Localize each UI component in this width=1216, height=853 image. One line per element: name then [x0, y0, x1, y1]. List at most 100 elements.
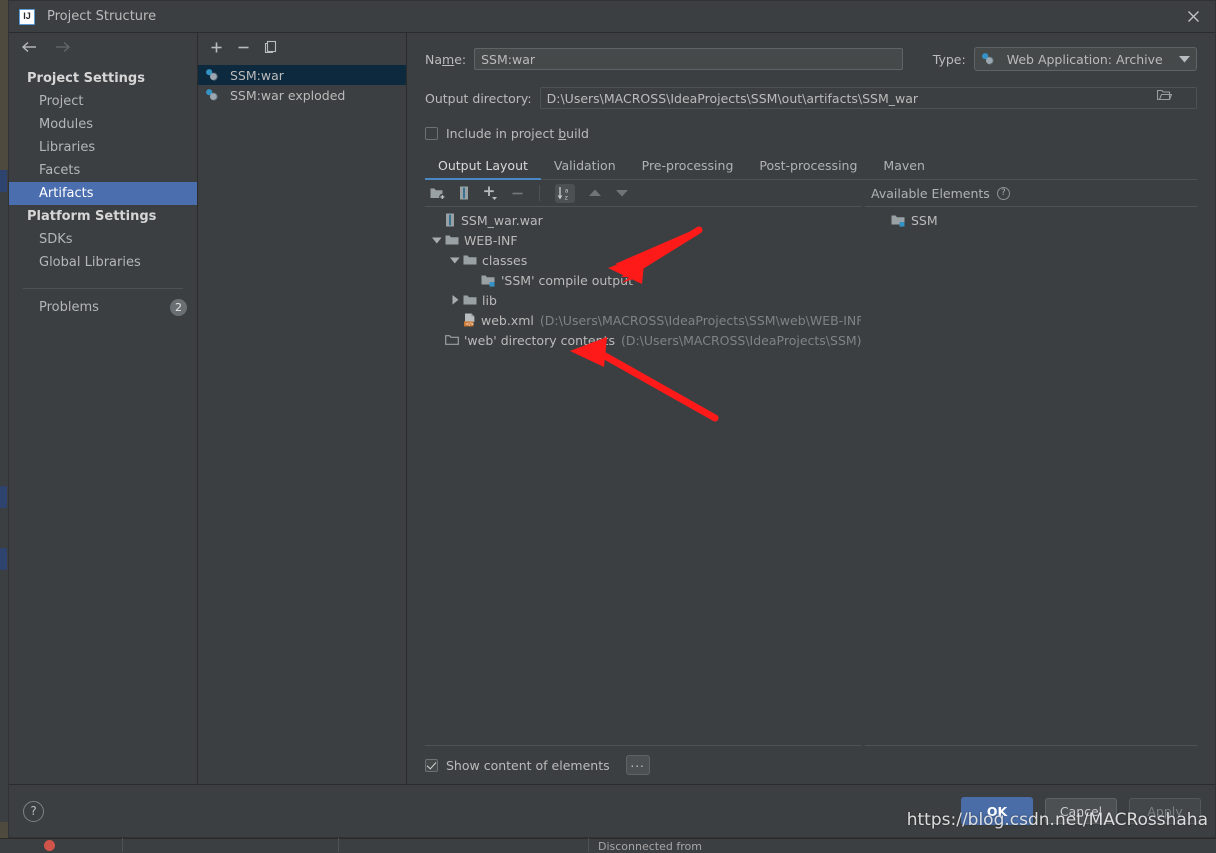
output-directory-row: Output directory: D:\Users\MACROSS\IdeaP… — [407, 87, 1215, 109]
svg-text:z: z — [565, 194, 568, 201]
artifact-item-ssm-war-exploded[interactable]: SSM:war exploded — [198, 85, 406, 105]
tree-row-label: 'web' directory contents — [464, 332, 615, 348]
twisty-expanded-icon[interactable] — [447, 257, 463, 264]
tree-row-label: classes — [482, 252, 528, 268]
sidebar-item-problems[interactable]: Problems 2 — [9, 289, 197, 319]
tree-row[interactable]: classes — [425, 250, 861, 270]
available-elements-title: Available Elements — [871, 185, 990, 201]
tree-row-path: (D:\Users\MACROSS\IdeaProjects\SSM\web\W… — [539, 312, 861, 328]
sidebar-item-libraries[interactable]: Libraries — [9, 136, 197, 159]
twisty-collapsed-icon[interactable] — [447, 295, 463, 305]
compile-output-icon — [891, 214, 906, 227]
add-folder-icon[interactable] — [430, 186, 446, 200]
tab-pre-processing[interactable]: Pre-processing — [629, 158, 747, 179]
folder-icon — [463, 254, 477, 266]
list-item-label: SSM — [911, 212, 938, 228]
sidebar-item-facets[interactable]: Facets — [9, 159, 197, 182]
help-button[interactable]: ? — [23, 800, 44, 822]
artifact-item-ssm-war[interactable]: SSM:war — [198, 65, 406, 85]
backdrop-tool-tab-upper — [0, 170, 7, 192]
sidebar-item-global-libraries[interactable]: Global Libraries — [9, 251, 197, 274]
sidebar-item-label: Problems — [39, 300, 99, 315]
sidebar-item-modules[interactable]: Modules — [9, 113, 197, 136]
minus-icon — [511, 187, 524, 200]
sidebar-item-sdks[interactable]: SDKs — [9, 228, 197, 251]
folder-icon — [445, 234, 459, 246]
copy-icon[interactable] — [264, 40, 277, 54]
show-content-checkbox[interactable] — [425, 758, 438, 772]
include-in-build-row[interactable]: Include in project build — [407, 126, 1215, 141]
available-elements-tree: SSM — [865, 206, 1197, 746]
list-item[interactable]: SSM — [865, 210, 1197, 230]
output-directory-value: D:\Users\MACROSS\IdeaProjects\SSM\out\ar… — [546, 91, 919, 106]
more-options-button[interactable]: ... — [625, 755, 650, 775]
show-content-label: Show content of elements — [446, 757, 610, 773]
arrow-down-icon — [615, 188, 629, 198]
status-divider — [588, 838, 589, 852]
tree-row[interactable]: 'web' directory contents (D:\Users\MACRO… — [425, 330, 861, 350]
error-dot-icon — [44, 840, 55, 851]
tree-row-path: (D:\Users\MACROSS\IdeaProjects\SSM) — [620, 332, 861, 348]
ok-button[interactable]: OK — [961, 797, 1033, 825]
window-title: Project Structure — [47, 9, 157, 24]
tree-row-label: SSM_war.war — [461, 212, 543, 228]
type-label: Type: — [932, 51, 966, 67]
artifact-item-label: SSM:war — [230, 67, 284, 83]
tab-output-layout[interactable]: Output Layout — [425, 158, 541, 180]
tree-row[interactable]: SSM_war.war — [425, 210, 861, 230]
type-value: Web Application: Archive — [1006, 51, 1163, 67]
plus-dropdown-icon[interactable] — [483, 185, 498, 201]
arrow-right-icon — [54, 41, 71, 53]
sort-az-icon[interactable]: a z — [555, 183, 575, 203]
editor-tabs: Output Layout Validation Pre-processing … — [425, 153, 1197, 180]
tree-row[interactable]: 'SSM' compile output — [425, 270, 861, 290]
folder-open-icon[interactable] — [1156, 88, 1173, 101]
tab-validation[interactable]: Validation — [541, 158, 629, 179]
tree-row[interactable]: </> web.xml (D:\Users\MACROSS\IdeaProjec… — [425, 310, 861, 330]
compile-output-icon — [481, 274, 496, 287]
tree-row-label: 'SSM' compile output — [501, 272, 633, 288]
output-directory-input[interactable]: D:\Users\MACROSS\IdeaProjects\SSM\out\ar… — [539, 87, 1197, 109]
arrow-up-icon — [588, 188, 602, 198]
sidebar-item-project[interactable]: Project — [9, 90, 197, 113]
artifact-editor-panel: Name: SSM:war Type: Web Application: Arc… — [407, 33, 1215, 784]
tab-maven[interactable]: Maven — [870, 158, 937, 179]
arrow-left-icon[interactable] — [21, 41, 38, 53]
include-in-build-checkbox[interactable] — [425, 127, 438, 140]
backdrop-left-strip-top — [0, 0, 8, 170]
problems-count-badge: 2 — [170, 299, 187, 316]
output-layout-area: a z SSM_war.war WEB-INF classes 'SSM' co… — [425, 180, 1197, 746]
tree-row-label: lib — [482, 292, 497, 308]
web-archive-icon — [205, 68, 219, 82]
name-input[interactable]: SSM:war — [474, 48, 903, 70]
dialog-body: Project Settings Project Modules Librari… — [9, 32, 1215, 784]
status-divider — [122, 838, 123, 852]
chevron-down-icon[interactable] — [1179, 55, 1190, 63]
question-mark-icon[interactable]: ? — [996, 186, 1010, 200]
minus-icon[interactable] — [237, 41, 250, 54]
sidebar-item-artifacts[interactable]: Artifacts — [9, 182, 197, 205]
archive-icon — [445, 213, 456, 227]
tree-row[interactable]: WEB-INF — [425, 230, 861, 250]
settings-nav-panel: Project Settings Project Modules Librari… — [9, 33, 198, 784]
output-layout-toolbar: a z — [425, 180, 861, 206]
artifact-list: SSM:war SSM:war exploded — [198, 61, 406, 105]
plus-icon[interactable] — [210, 41, 223, 54]
nav-history-bar — [9, 33, 197, 61]
show-content-row: Show content of elements ... — [407, 746, 1215, 784]
folder-icon — [463, 294, 477, 306]
close-icon[interactable] — [1171, 1, 1215, 32]
tree-row[interactable]: lib — [425, 290, 861, 310]
dialog-titlebar: Project Structure — [9, 1, 1215, 32]
status-divider — [338, 838, 339, 852]
tab-post-processing[interactable]: Post-processing — [746, 158, 870, 179]
xml-file-icon: </> — [463, 313, 476, 327]
intellij-idea-icon — [19, 8, 35, 25]
dialog-footer: ? OK Cancel Apply — [9, 784, 1215, 837]
toolbar-divider — [539, 185, 540, 201]
cancel-button[interactable]: Cancel — [1045, 798, 1117, 824]
tree-row-label: WEB-INF — [464, 232, 518, 248]
twisty-expanded-icon[interactable] — [429, 237, 445, 244]
type-dropdown[interactable]: Web Application: Archive — [973, 47, 1197, 71]
add-archive-icon[interactable] — [459, 186, 470, 200]
